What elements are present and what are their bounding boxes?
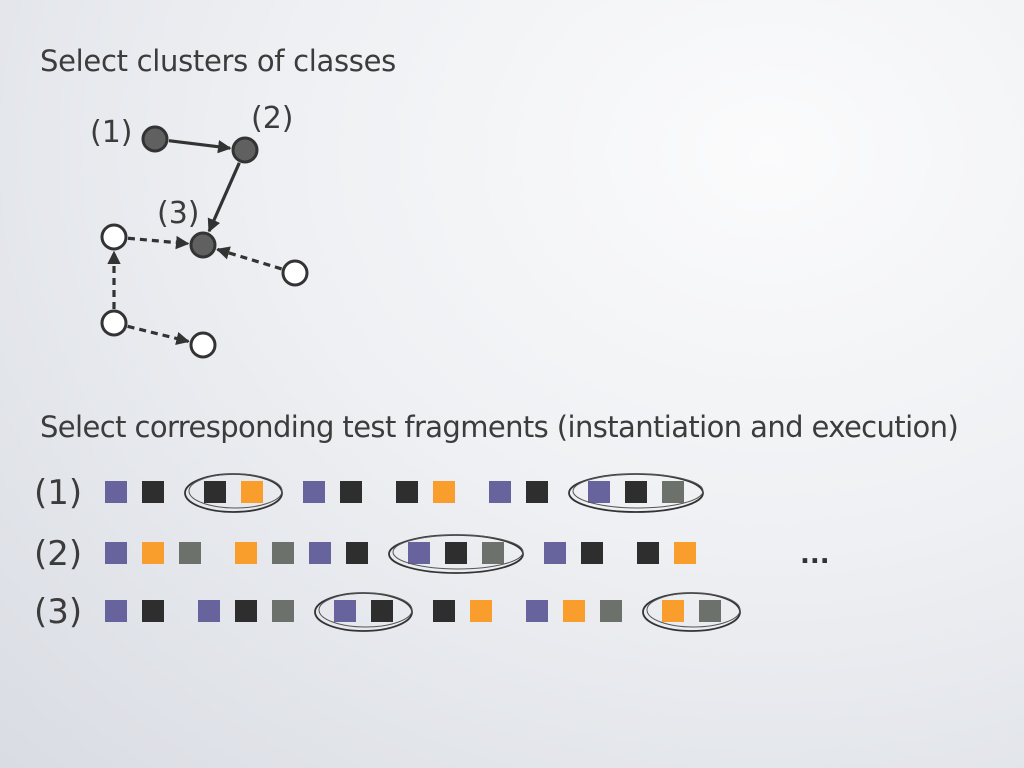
fragment-block-gray — [662, 481, 684, 503]
fragment-block-dark — [142, 600, 164, 622]
more-ellipsis: ... — [800, 540, 830, 570]
fragment-block-gray — [600, 600, 622, 622]
fragment-group — [642, 592, 741, 632]
fragment-block-gray — [179, 542, 201, 564]
fragment-block-purple — [334, 600, 356, 622]
fragment-block-dark — [526, 481, 548, 503]
fragment-block-dark — [371, 600, 393, 622]
fragment-group — [489, 481, 548, 503]
fragment-group — [544, 542, 603, 564]
fragment-row-2: (2)... — [34, 534, 830, 574]
fragment-block-dark — [204, 481, 226, 503]
fragment-block-gray — [272, 600, 294, 622]
fragment-group — [105, 600, 164, 622]
fragment-block-dark — [625, 481, 647, 503]
fragment-block-dark — [581, 542, 603, 564]
fragment-group — [314, 592, 413, 632]
fragment-block-purple — [303, 481, 325, 503]
fragment-block-purple — [489, 481, 511, 503]
fragment-group — [105, 481, 164, 503]
selection-ellipse-trace — [646, 592, 741, 628]
fragment-block-purple — [309, 542, 331, 564]
fragment-block-purple — [588, 481, 610, 503]
fragment-block-gray — [699, 600, 721, 622]
fragment-block-purple — [105, 481, 127, 503]
fragment-block-gray — [272, 542, 294, 564]
fragment-group — [388, 534, 524, 574]
fragment-group — [198, 600, 294, 622]
fragment-block-gray — [482, 542, 504, 564]
fragment-block-orange — [235, 542, 257, 564]
fragment-block-purple — [408, 542, 430, 564]
fragment-block-dark — [346, 542, 368, 564]
fragment-block-dark — [340, 481, 362, 503]
fragment-group — [396, 481, 455, 503]
fragment-row-1: (1) — [34, 473, 704, 513]
fragment-block-orange — [241, 481, 263, 503]
fragment-block-purple — [526, 600, 548, 622]
fragment-group — [637, 542, 696, 564]
fragment-block-dark — [142, 481, 164, 503]
fragment-group — [303, 481, 362, 503]
fragment-block-orange — [563, 600, 585, 622]
fragment-block-dark — [433, 600, 455, 622]
fragment-block-orange — [674, 542, 696, 564]
fragment-block-purple — [544, 542, 566, 564]
fragment-block-orange — [470, 600, 492, 622]
selection-ellipse-trace — [318, 592, 413, 628]
row-label-2: (2) — [34, 534, 82, 574]
fragment-block-dark — [445, 542, 467, 564]
fragment-block-dark — [637, 542, 659, 564]
fragment-block-orange — [662, 600, 684, 622]
fragment-group — [235, 542, 368, 564]
fragment-block-purple — [105, 542, 127, 564]
fragment-block-dark — [235, 600, 257, 622]
test-fragment-rows: (1) (2) ... (3) — [34, 473, 830, 632]
fragment-group — [526, 600, 622, 622]
fragment-block-purple — [105, 600, 127, 622]
fragment-group — [184, 473, 283, 513]
fragment-group — [433, 600, 492, 622]
fragment-block-orange — [433, 481, 455, 503]
fragment-row-3: (3) — [34, 592, 741, 632]
fragment-block-purple — [198, 600, 220, 622]
selection-ellipse-trace — [188, 473, 283, 509]
fragment-block-orange — [142, 542, 164, 564]
row-label-1: (1) — [34, 473, 82, 513]
row-label-3: (3) — [34, 592, 82, 632]
fragment-block-dark — [396, 481, 418, 503]
fragment-group — [568, 473, 704, 513]
fragment-group — [105, 542, 201, 564]
